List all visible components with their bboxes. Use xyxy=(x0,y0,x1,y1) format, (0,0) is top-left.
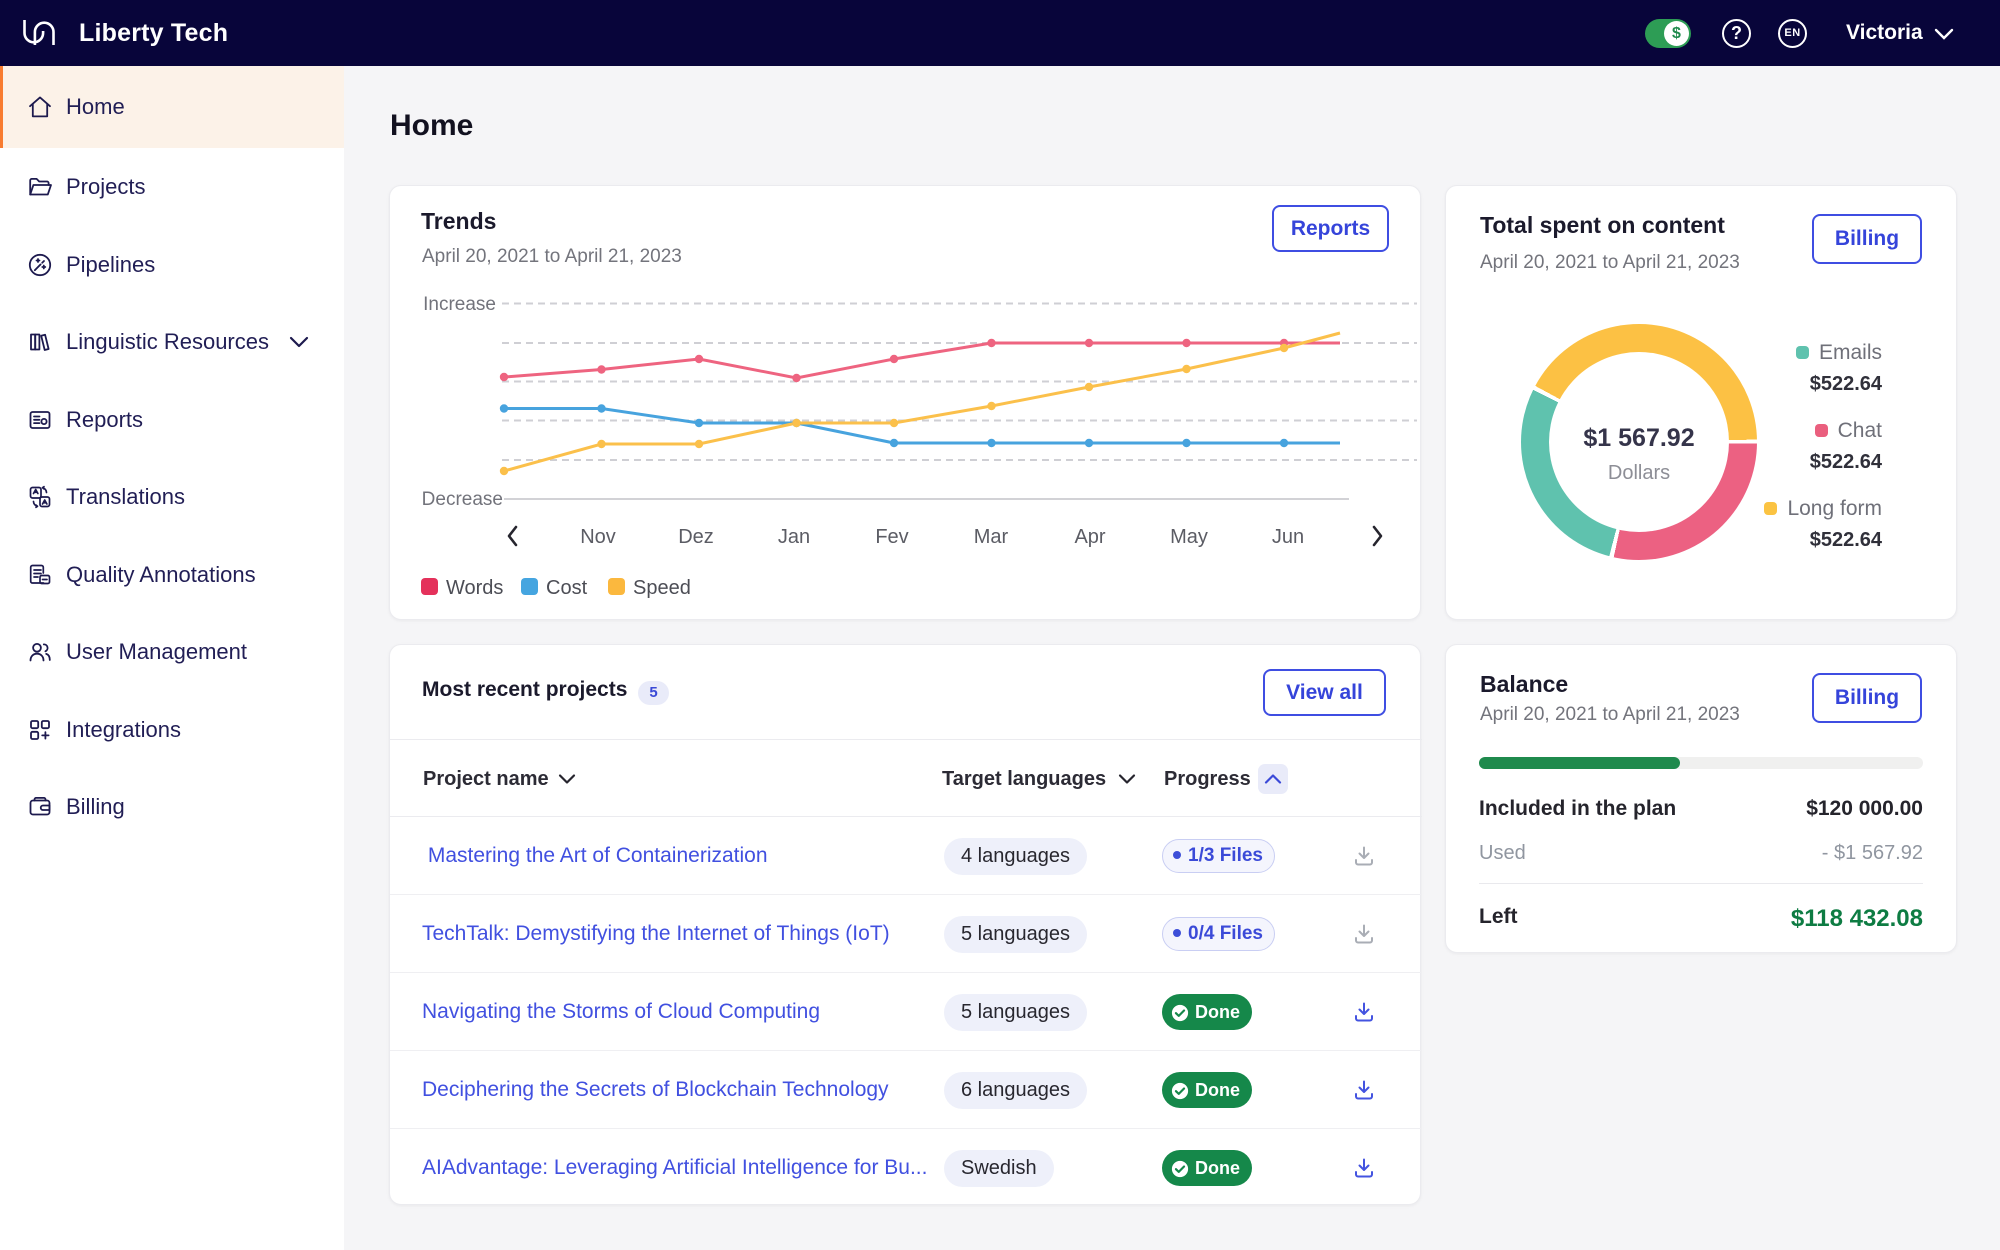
svg-text:Dez: Dez xyxy=(678,526,714,548)
svg-text:Increase: Increase xyxy=(423,294,496,315)
svg-text:Apr: Apr xyxy=(1074,526,1105,548)
svg-text:Mar: Mar xyxy=(974,526,1009,548)
svg-text:Speed: Speed xyxy=(633,577,691,599)
svg-text:Fev: Fev xyxy=(875,526,908,548)
svg-text:Cost: Cost xyxy=(546,577,588,599)
svg-text:Decrease: Decrease xyxy=(422,489,503,510)
svg-text:Jan: Jan xyxy=(778,526,810,548)
svg-text:May: May xyxy=(1170,526,1208,548)
svg-text:Nov: Nov xyxy=(580,526,616,548)
svg-text:Words: Words xyxy=(446,577,503,599)
svg-text:Jun: Jun xyxy=(1272,526,1304,548)
